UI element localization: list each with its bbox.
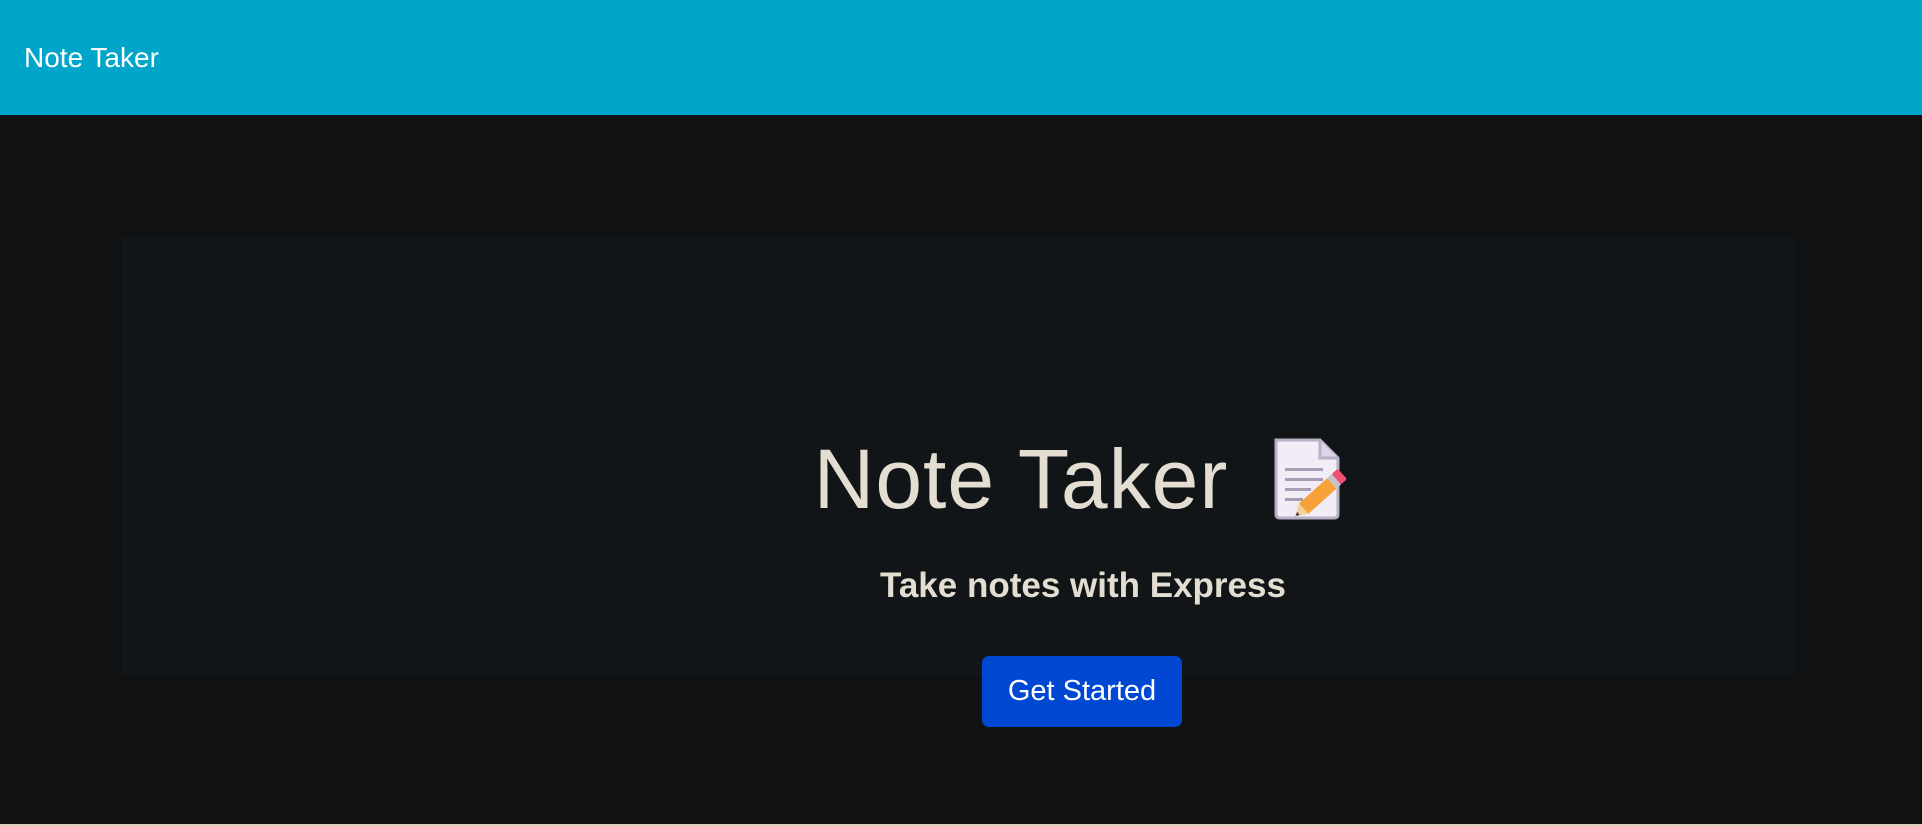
title-row: Note Taker: [122, 432, 1922, 526]
get-started-button[interactable]: Get Started: [982, 656, 1182, 727]
page-subtitle: Take notes with Express: [880, 566, 1286, 605]
page-title: Note Taker: [813, 431, 1229, 526]
main-content: Note Taker Take notes with Express Get S…: [0, 115, 1922, 824]
top-navbar: Note Taker: [0, 0, 1922, 115]
jumbotron: Note Taker Take notes with Express Get S…: [122, 236, 1796, 727]
navbar-brand-link[interactable]: Note Taker: [24, 42, 159, 74]
memo-icon: [1268, 436, 1352, 522]
